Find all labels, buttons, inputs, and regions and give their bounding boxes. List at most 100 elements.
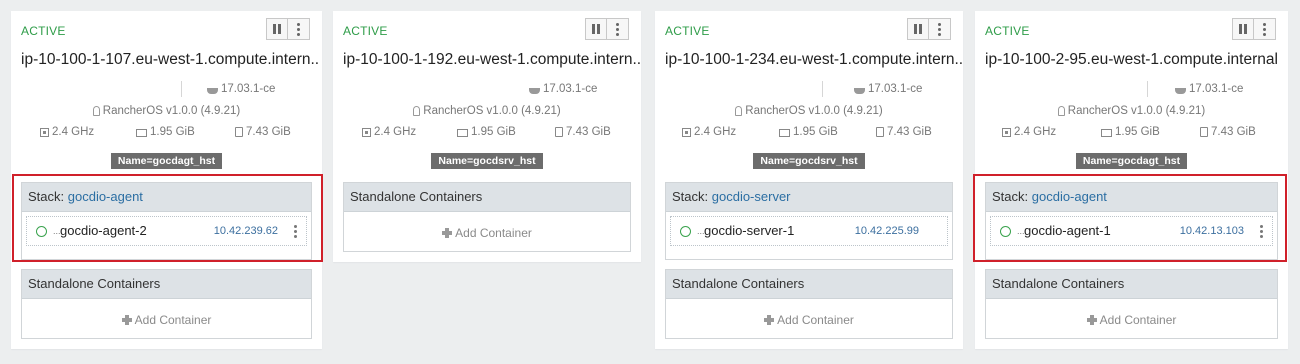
highlight-box (973, 174, 1287, 262)
docker-info: 17.03.1-ce (333, 81, 641, 97)
host-actions (266, 18, 310, 40)
host-state: ACTIVE (21, 24, 66, 38)
pause-icon (914, 24, 922, 34)
container-row[interactable]: ... gocdio-server-1 10.42.225.99 (670, 216, 948, 246)
storage-value: 7.43 GiB (566, 126, 611, 138)
divider (822, 81, 823, 97)
cpu-value: 2.4 GHz (52, 126, 95, 138)
stack-link[interactable]: gocdio-server (712, 189, 791, 204)
cpu-icon (362, 128, 371, 137)
memory-value: 1.95 GiB (793, 126, 838, 138)
os-info: RancherOS v1.0.0 (4.9.21) (655, 105, 963, 117)
standalone-header: Standalone Containers (22, 270, 311, 299)
standalone-section: Standalone Containers Add Container (343, 182, 631, 252)
pause-button[interactable] (907, 18, 929, 40)
container-name[interactable]: gocdio-server-1 (704, 223, 794, 238)
docker-version: 17.03.1-ce (868, 83, 923, 95)
memory-value: 1.95 GiB (471, 126, 516, 138)
plus-icon (121, 314, 132, 325)
cpu-icon (40, 128, 49, 137)
host-label: Name=gocdsrv_hst (431, 153, 543, 169)
memory-icon (457, 129, 468, 137)
standalone-header: Standalone Containers (344, 183, 630, 212)
memory-icon (779, 129, 790, 137)
add-container-button[interactable]: Add Container (22, 299, 311, 340)
pause-button[interactable] (266, 18, 288, 40)
more-menu-button[interactable] (607, 18, 629, 40)
linux-icon (1057, 106, 1065, 116)
pause-icon (1239, 24, 1247, 34)
os-info: RancherOS v1.0.0 (4.9.21) (333, 105, 641, 117)
host-card: ACTIVE ip-10-100-1-234.eu-west-1.compute… (655, 11, 963, 349)
disk-icon (876, 127, 884, 137)
add-container-label: Add Container (455, 225, 532, 240)
cpu-icon (1002, 128, 1011, 137)
divider (181, 81, 182, 97)
docker-whale-icon (1175, 88, 1186, 94)
storage-value: 7.43 GiB (246, 126, 291, 138)
pause-button[interactable] (585, 18, 607, 40)
add-container-label: Add Container (1099, 312, 1177, 327)
standalone-header: Standalone Containers (986, 270, 1277, 299)
highlight-box (12, 174, 323, 262)
linux-icon (735, 106, 743, 116)
host-name[interactable]: ip-10-100-2-95.eu-west-1.compute.interna… (985, 51, 1278, 69)
linux-icon (413, 106, 421, 116)
container-ip: 10.42.225.99 (854, 225, 919, 237)
cpu-value: 2.4 GHz (1014, 126, 1057, 138)
stack-section: Stack: gocdio-server ... gocdio-server-1… (665, 182, 953, 260)
pause-icon (273, 24, 281, 34)
plus-icon (764, 314, 775, 325)
host-label: Name=gocdsrv_hst (753, 153, 865, 169)
host-actions (907, 18, 951, 40)
host-state: ACTIVE (665, 24, 710, 38)
os-version: RancherOS v1.0.0 (4.9.21) (745, 105, 883, 117)
add-container-button[interactable]: Add Container (666, 299, 952, 340)
docker-whale-icon (207, 88, 218, 94)
os-info: RancherOS v1.0.0 (4.9.21) (975, 105, 1288, 117)
memory-icon (1101, 129, 1112, 137)
os-version: RancherOS v1.0.0 (4.9.21) (102, 105, 241, 117)
cpu-value: 2.4 GHz (694, 126, 737, 138)
disk-icon (235, 127, 243, 137)
status-circle-icon (680, 226, 691, 237)
kebab-icon (1263, 22, 1266, 36)
stack-prefix: Stack: (672, 189, 712, 204)
host-state: ACTIVE (343, 24, 388, 38)
docker-version: 17.03.1-ce (221, 83, 276, 95)
more-menu-button[interactable] (929, 18, 951, 40)
add-container-button[interactable]: Add Container (344, 212, 630, 253)
more-menu-button[interactable] (288, 18, 310, 40)
host-label: Name=gocdagt_hst (110, 153, 223, 169)
memory-value: 1.95 GiB (150, 126, 195, 138)
standalone-section: Standalone Containers Add Container (21, 269, 312, 339)
standalone-section: Standalone Containers Add Container (985, 269, 1278, 339)
standalone-header: Standalone Containers (666, 270, 952, 299)
host-actions (585, 18, 629, 40)
plus-icon (442, 227, 453, 238)
cpu-icon (682, 128, 691, 137)
disk-icon (1200, 127, 1208, 137)
docker-whale-icon (529, 88, 540, 94)
memory-icon (136, 129, 147, 137)
add-container-label: Add Container (777, 312, 854, 327)
os-version: RancherOS v1.0.0 (4.9.21) (1067, 105, 1206, 117)
docker-version: 17.03.1-ce (1189, 83, 1244, 95)
add-container-button[interactable]: Add Container (986, 299, 1277, 340)
docker-version: 17.03.1-ce (543, 83, 598, 95)
host-label: Name=gocdagt_hst (1075, 153, 1188, 169)
pause-icon (592, 24, 600, 34)
host-name[interactable]: ip-10-100-1-192.eu-west-1.compute.intern… (343, 51, 641, 69)
more-menu-button[interactable] (1254, 18, 1276, 40)
storage-value: 7.43 GiB (1211, 126, 1256, 138)
linux-icon (92, 106, 100, 116)
docker-whale-icon (854, 88, 865, 94)
pause-button[interactable] (1232, 18, 1254, 40)
kebab-icon (938, 22, 941, 36)
memory-value: 1.95 GiB (1115, 126, 1160, 138)
host-name[interactable]: ip-10-100-1-107.eu-west-1.compute.intern… (21, 51, 319, 69)
kebab-icon (297, 22, 300, 36)
host-name[interactable]: ip-10-100-1-234.eu-west-1.compute.intern… (665, 51, 963, 69)
divider (1147, 81, 1148, 97)
host-card: ACTIVE ip-10-100-1-192.eu-west-1.compute… (333, 11, 641, 262)
